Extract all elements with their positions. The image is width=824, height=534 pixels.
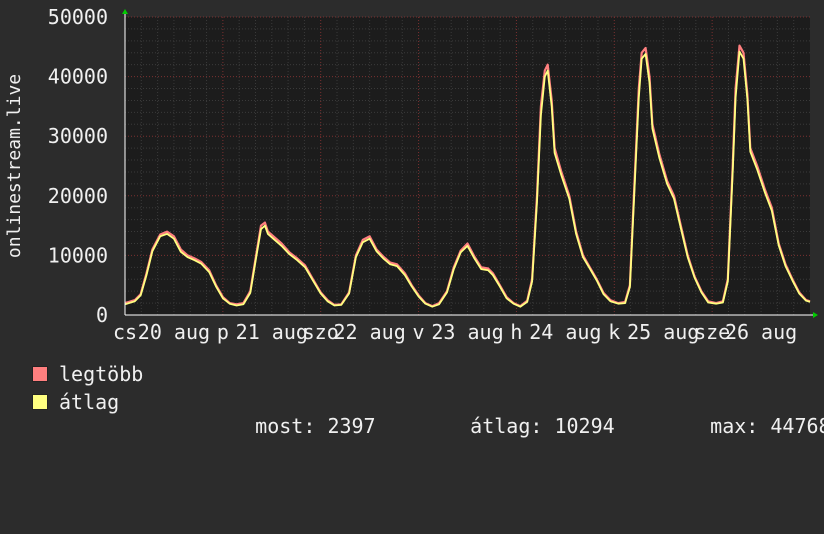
traffic-chart: 0 10000 20000 30000 40000 50000 cs 20 aug p 21 a… xyxy=(4,5,818,344)
y-axis-arrow xyxy=(122,9,128,14)
x-tick-date: 21 aug xyxy=(236,320,308,344)
x-tick-weekday: v xyxy=(413,320,425,344)
stat-current-label: most: xyxy=(255,414,316,438)
y-tick-labels: 0 10000 20000 30000 40000 50000 xyxy=(48,5,108,327)
x-tick-weekday: k xyxy=(608,320,620,344)
stat-max-label: max: xyxy=(710,414,759,438)
stat-current: most: 2397 xyxy=(207,390,376,462)
stat-max: max: 44768 xyxy=(662,390,824,462)
x-tick-date: 24 aug xyxy=(529,320,601,344)
x-tick-weekday: h xyxy=(510,320,522,344)
y-axis-label: onlinestream.live xyxy=(4,74,25,258)
x-tick-date: 23 aug xyxy=(431,320,503,344)
y-tick-label: 50000 xyxy=(48,5,108,29)
legend-label-average: átlag xyxy=(59,390,120,414)
stat-average-value: 10294 xyxy=(554,414,615,438)
x-tick-weekday: p xyxy=(217,320,229,344)
y-tick-label: 20000 xyxy=(48,184,108,208)
plot-area xyxy=(125,17,810,315)
x-axis-arrow xyxy=(813,312,818,318)
legend-swatch-average xyxy=(32,394,48,410)
x-tick-date: 22 aug xyxy=(334,320,406,344)
legend-swatch-max xyxy=(32,366,48,382)
stat-max-value: 44768 xyxy=(770,414,824,438)
x-tick-weekday: cs xyxy=(113,320,137,344)
stat-current-value: 2397 xyxy=(327,414,376,438)
x-tick-date: 25 aug xyxy=(627,320,699,344)
stat-average-label: átlag: xyxy=(470,414,543,438)
x-tick-date: 26 aug xyxy=(725,320,797,344)
x-tick-labels: cs 20 aug p 21 augszo22 aug v 23 aug h 24 aug k 2… xyxy=(113,320,797,344)
x-tick-date: 20 aug xyxy=(138,320,210,344)
stat-average: átlag: 10294 xyxy=(422,390,615,462)
y-tick-label: 10000 xyxy=(48,243,108,267)
legend-label-max: legtöbb xyxy=(59,362,144,386)
y-tick-label: 0 xyxy=(96,303,108,327)
legend-item-average: átlag most: 2397 átlag: 10294 max: 44768 xyxy=(30,390,824,438)
y-tick-label: 40000 xyxy=(48,65,108,89)
y-tick-label: 30000 xyxy=(48,124,108,148)
legend-item-max: legtöbb xyxy=(30,362,143,386)
